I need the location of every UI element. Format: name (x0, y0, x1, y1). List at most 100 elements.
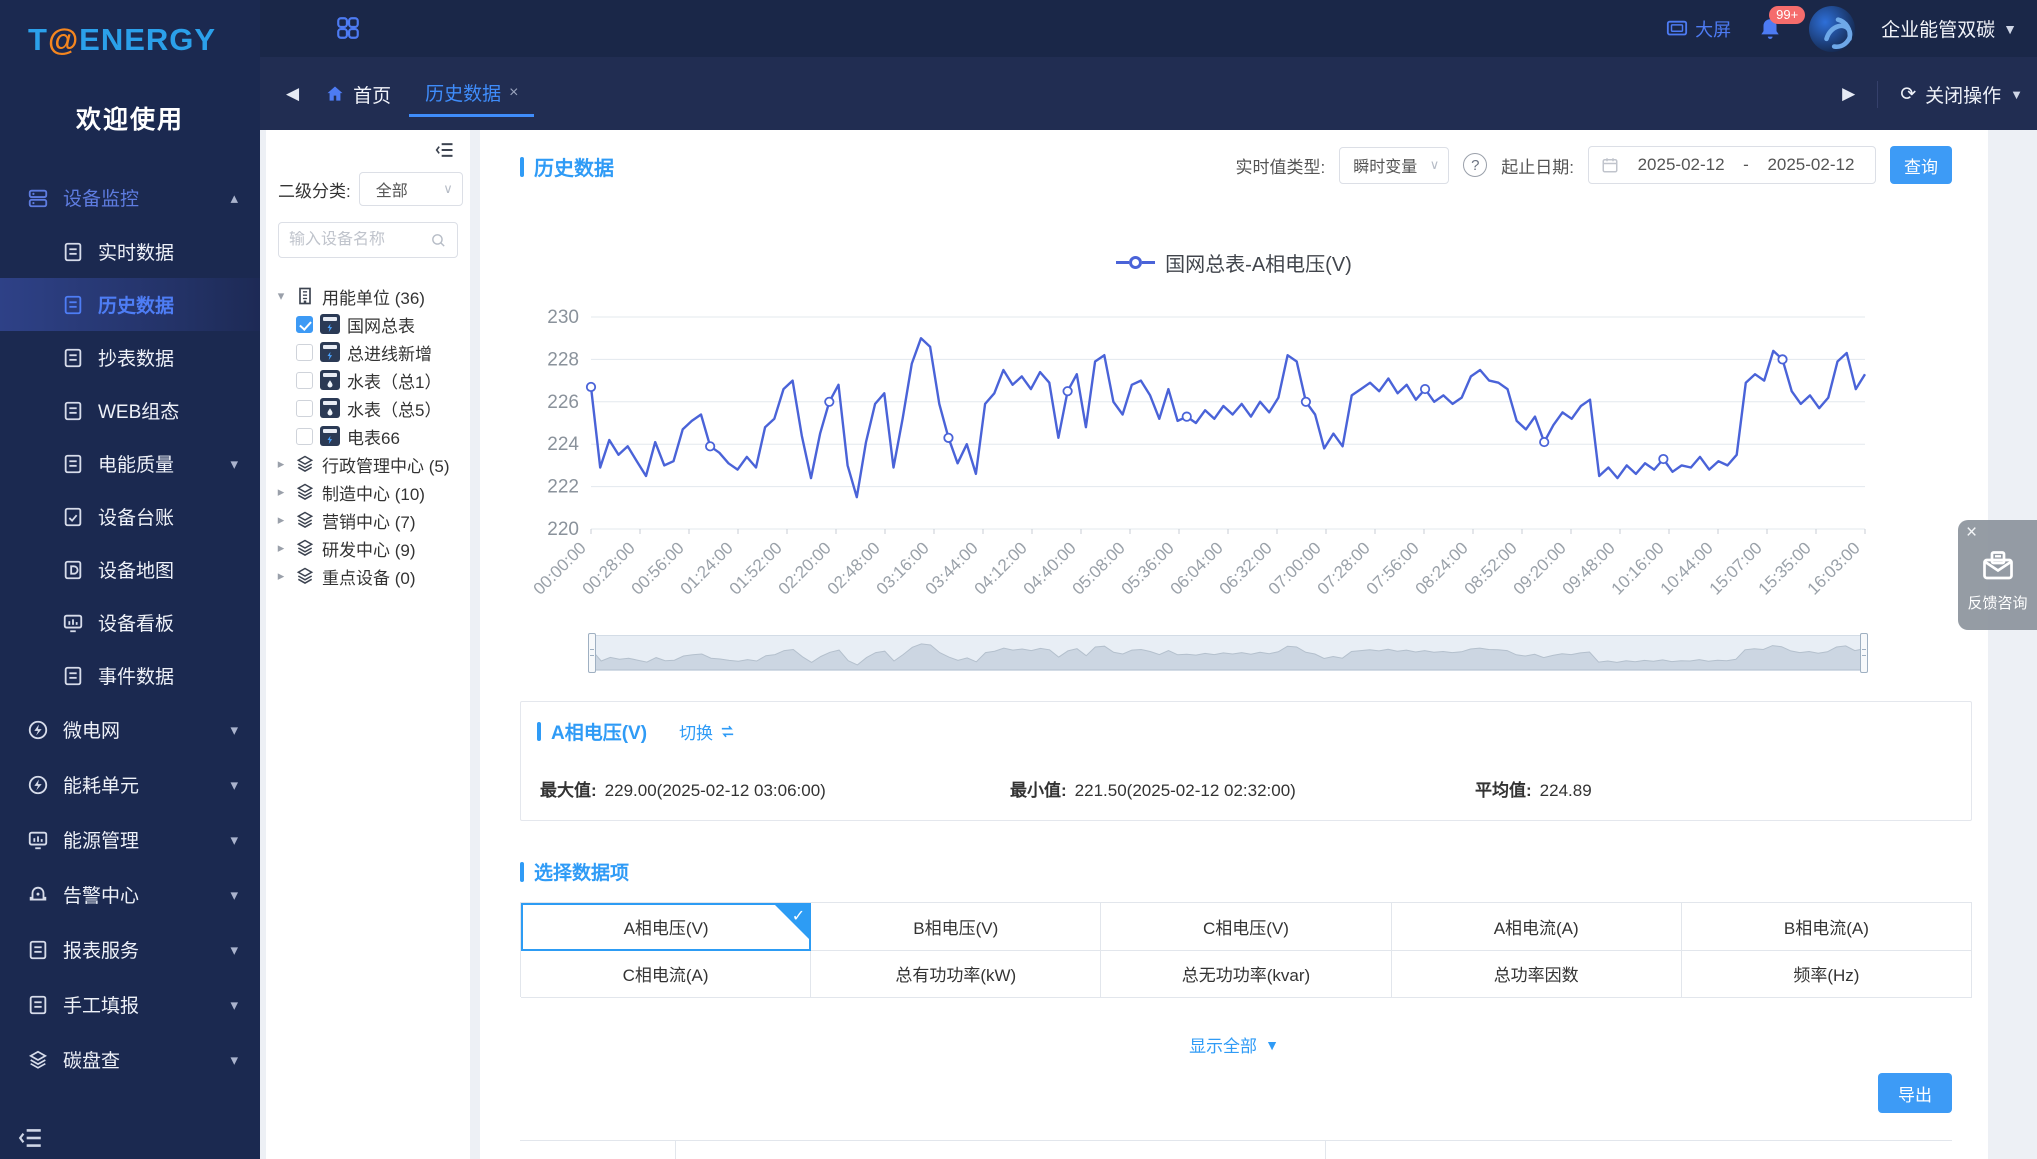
tree-device-row[interactable]: 水表（总5） (274, 394, 466, 422)
search-input[interactable] (289, 231, 424, 249)
avatar[interactable] (1809, 6, 1855, 52)
svg-text:03:44:00: 03:44:00 (922, 538, 982, 598)
org-switcher[interactable]: 企业能管双碳 ▼ (1881, 15, 2017, 42)
sidebar-item-realtime-data[interactable]: 实时数据 (0, 225, 260, 278)
sidebar-item-label: 实时数据 (98, 238, 174, 265)
tabs-scroll-right-icon[interactable]: ▶ (1834, 84, 1863, 104)
svg-text:224: 224 (547, 434, 579, 455)
sidebar-item-device-board[interactable]: 设备看板 (0, 596, 260, 649)
tree-device-row[interactable]: 国网总表 (274, 310, 466, 338)
svg-text:03:16:00: 03:16:00 (873, 538, 933, 598)
tree-device-row[interactable]: 电表66 (274, 422, 466, 450)
data-item-b-voltage[interactable]: B相电压(V) (811, 903, 1101, 951)
check-icon: ✓ (792, 906, 805, 926)
sidebar-item-carbon-audit[interactable]: 碳盘查 ▾ (0, 1032, 260, 1087)
data-item-active-power[interactable]: 总有功功率(kW) (811, 951, 1101, 999)
stats-title: A相电压(V) (551, 718, 647, 745)
sidebar-item-history-data[interactable]: 历史数据 (0, 278, 260, 331)
date-range-picker[interactable]: 2025-02-12 - 2025-02-12 (1588, 146, 1876, 184)
search-icon (430, 232, 447, 249)
sidebar-item-device-map[interactable]: 设备地图 (0, 543, 260, 596)
book-icon (27, 994, 49, 1016)
data-item-reactive-power[interactable]: 总无功功率(kvar) (1101, 951, 1391, 999)
device-label: 水表（总5） (347, 396, 441, 421)
tabs-scroll-left-icon[interactable]: ◀ (278, 84, 307, 104)
checkbox[interactable] (296, 400, 313, 417)
sidebar-item-energy-mgmt[interactable]: 能源管理 ▾ (0, 812, 260, 867)
sidebar-item-microgrid[interactable]: 微电网 ▾ (0, 702, 260, 757)
date-end-value[interactable]: 2025-02-12 (1759, 155, 1863, 175)
chart-zoom-slider[interactable] (591, 635, 1865, 671)
query-button[interactable]: 查询 (1890, 146, 1952, 184)
tree-root-energy-units[interactable]: ▾ 用能单位 (36) (274, 282, 466, 310)
chevron-down-icon: ∨ (443, 181, 453, 197)
tree-group-row[interactable]: ▸ 营销中心 (7) (274, 506, 466, 534)
data-item-frequency[interactable]: 频率(Hz) (1682, 951, 1972, 999)
show-all-toggle[interactable]: 显示全部 ▼ (480, 1032, 1988, 1057)
data-item-a-current[interactable]: A相电流(A) (1392, 903, 1682, 951)
realtime-type-select[interactable]: 瞬时变量 ∨ (1339, 147, 1449, 184)
chevron-down-icon: ▾ (230, 455, 238, 473)
zoom-handle-left[interactable] (588, 633, 596, 673)
checkbox[interactable] (296, 344, 313, 361)
tree-device-row[interactable]: 水表（总1） (274, 366, 466, 394)
tab-history-data[interactable]: 历史数据 × (409, 71, 534, 117)
sidebar-item-energy-unit[interactable]: 能耗单元 ▾ (0, 757, 260, 812)
tab-close-icon[interactable]: × (509, 84, 518, 102)
tree-group-row[interactable]: ▸ 研发中心 (9) (274, 534, 466, 562)
checkbox-checked[interactable] (296, 316, 313, 333)
checkbox[interactable] (296, 428, 313, 445)
svg-text:09:20:00: 09:20:00 (1510, 538, 1570, 598)
sidebar-item-meter-reading[interactable]: 抄表数据 (0, 331, 260, 384)
help-icon[interactable]: ? (1463, 153, 1487, 177)
book-icon (27, 939, 49, 961)
chevron-down-icon: ▾ (230, 721, 238, 739)
sidebar-item-web-scada[interactable]: WEB组态 (0, 384, 260, 437)
checkbox[interactable] (296, 372, 313, 389)
book-icon (62, 400, 84, 422)
data-item-b-current[interactable]: B相电流(A) (1682, 903, 1972, 951)
export-button[interactable]: 导出 (1878, 1073, 1952, 1113)
tree-group-row[interactable]: ▸ 行政管理中心 (5) (274, 450, 466, 478)
chart-legend[interactable]: 国网总表-A相电压(V) (480, 248, 1988, 277)
stat-max: 最大值:229.00(2025-02-12 03:06:00) (540, 776, 826, 801)
tab-home[interactable]: 首页 (307, 71, 409, 117)
sidebar-item-device-ledger[interactable]: 设备台账 (0, 490, 260, 543)
data-item-power-factor[interactable]: 总功率因数 (1392, 951, 1682, 999)
app-grid-icon[interactable] (335, 15, 361, 41)
line-chart: 23022822622422222000:00:0000:28:0000:56:… (520, 292, 1960, 630)
notifications-button[interactable]: 99+ (1757, 16, 1783, 42)
sidebar-item-report-service[interactable]: 报表服务 ▾ (0, 922, 260, 977)
date-start-value[interactable]: 2025-02-12 (1629, 155, 1733, 175)
tree-device-row[interactable]: 总进线新增 (274, 338, 466, 366)
sidebar-item-label: 能源管理 (63, 826, 139, 853)
big-screen-button[interactable]: 大屏 (1666, 16, 1731, 42)
sidebar-item-label: 告警中心 (63, 881, 139, 908)
layers-icon (295, 538, 315, 558)
close-icon[interactable]: × (1966, 522, 1977, 544)
close-operations-dropdown[interactable]: ⟳ 关闭操作 ▼ (1877, 81, 2023, 108)
tree-group-row[interactable]: ▸ 制造中心 (10) (274, 478, 466, 506)
svg-text:07:00:00: 07:00:00 (1265, 538, 1325, 598)
zoom-handle-right[interactable] (1860, 633, 1868, 673)
data-item-c-current[interactable]: C相电流(A) (521, 951, 811, 999)
device-search[interactable] (278, 222, 458, 258)
refresh-icon[interactable]: ⟳ (1900, 83, 1916, 106)
svg-text:07:28:00: 07:28:00 (1314, 538, 1374, 598)
panel-collapse-icon[interactable] (434, 140, 456, 160)
feedback-widget[interactable]: × 反馈咨询 (1958, 520, 2037, 630)
data-item-c-voltage[interactable]: C相电压(V) (1101, 903, 1391, 951)
data-item-a-voltage[interactable]: A相电压(V) ✓ (521, 903, 811, 951)
sidebar-item-event-data[interactable]: 事件数据 (0, 649, 260, 702)
sidebar-collapse-icon[interactable] (18, 1125, 44, 1151)
layers-icon (295, 454, 315, 474)
sidebar-item-alarm-center[interactable]: 告警中心 ▾ (0, 867, 260, 922)
sidebar-item-device-monitor[interactable]: 设备监控 ▴ (0, 170, 260, 225)
category-select[interactable]: 全部 ∨ (359, 172, 463, 206)
switch-button[interactable]: 切换 (679, 719, 736, 744)
svg-text:16:03:00: 16:03:00 (1804, 538, 1864, 598)
sidebar-item-manual-entry[interactable]: 手工填报 ▾ (0, 977, 260, 1032)
tree-group-row[interactable]: ▸ 重点设备 (0) (274, 562, 466, 590)
layers-icon (295, 510, 315, 530)
sidebar-item-power-quality[interactable]: 电能质量 ▾ (0, 437, 260, 490)
